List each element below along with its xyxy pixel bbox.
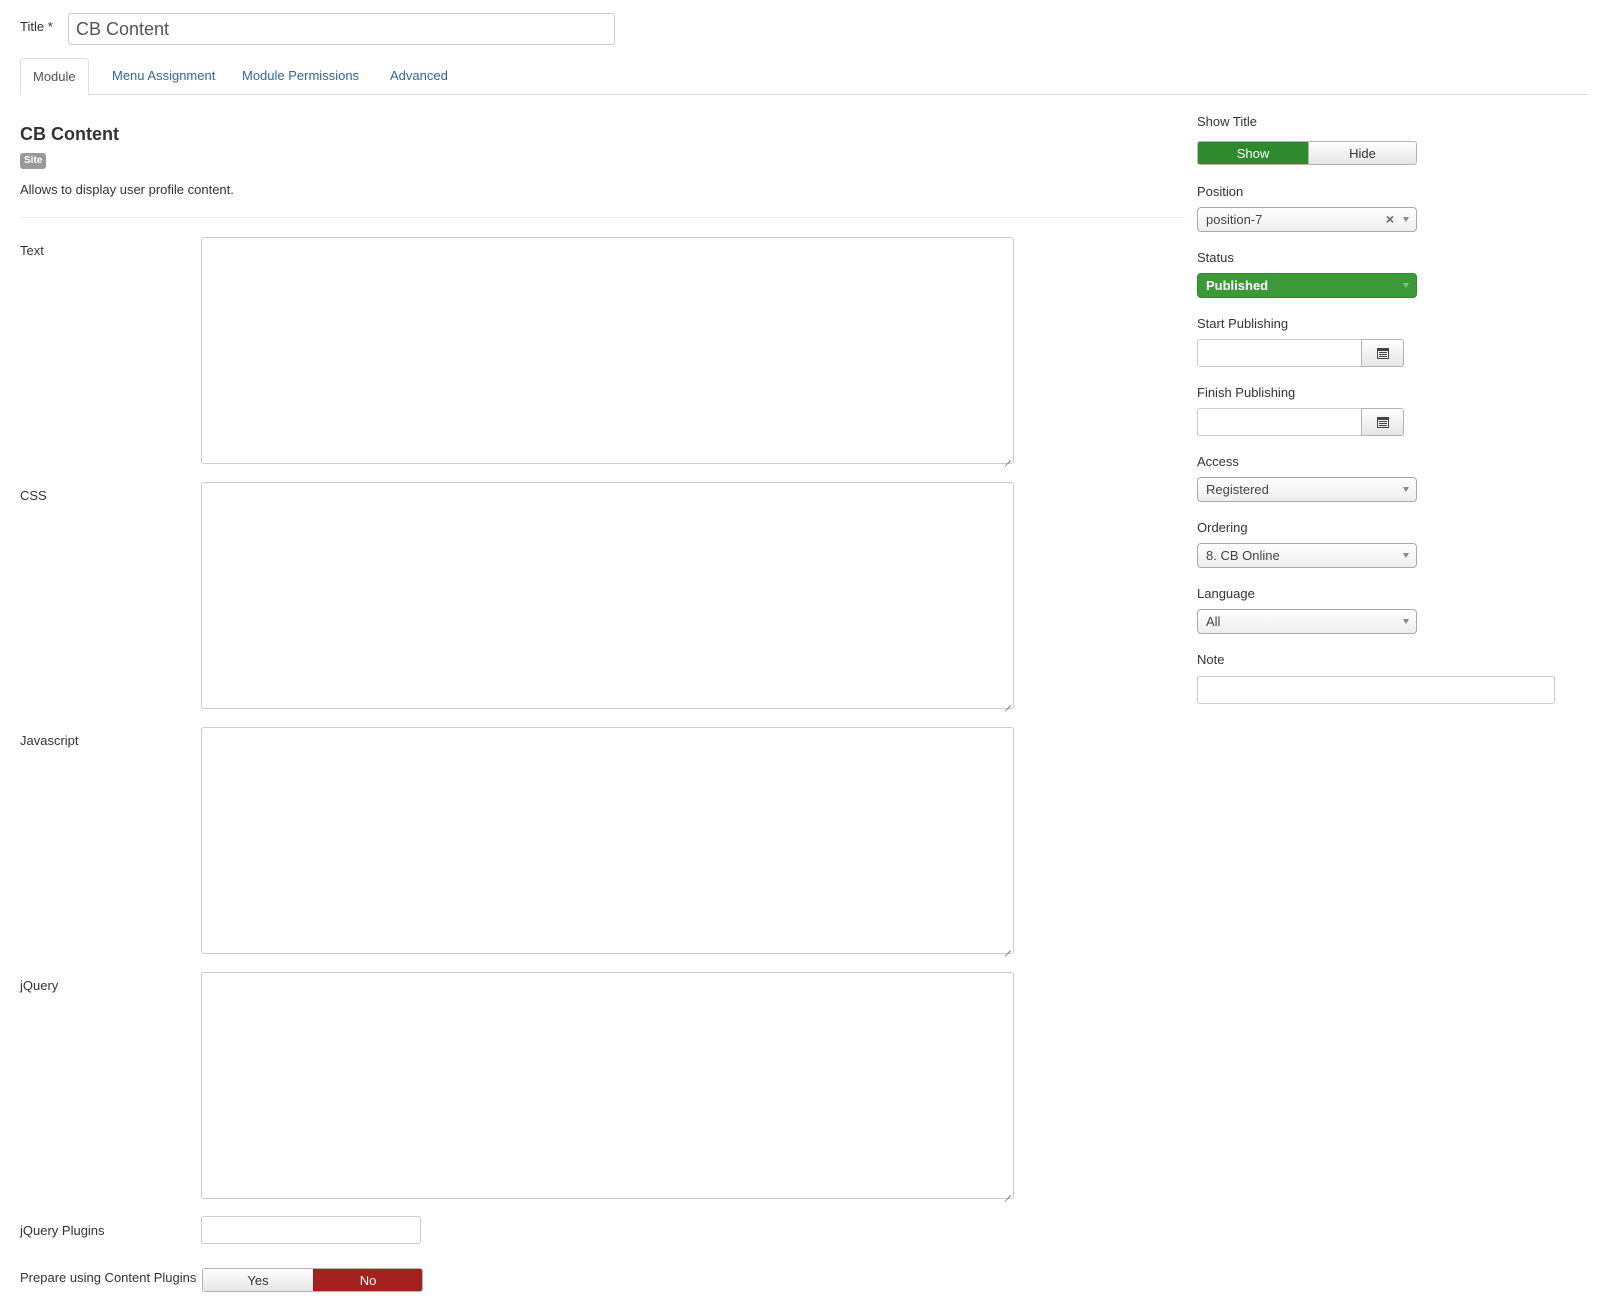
tab-menu-assignment[interactable]: Menu Assignment — [100, 58, 227, 95]
finish-publishing-input[interactable] — [1197, 408, 1362, 436]
javascript-textarea[interactable] — [201, 727, 1014, 954]
show-title-toggle: Show Hide — [1197, 141, 1417, 165]
css-textarea[interactable] — [201, 482, 1014, 709]
status-label: Status — [1197, 250, 1234, 265]
text-label: Text — [20, 243, 44, 258]
prepare-no-button[interactable]: No — [313, 1269, 422, 1291]
status-value: Published — [1206, 278, 1269, 293]
module-title: CB Content — [20, 124, 119, 144]
calendar-icon — [1376, 416, 1389, 428]
start-publishing-field — [1197, 339, 1404, 367]
prepare-toggle: Yes No — [202, 1268, 423, 1292]
resize-grip-icon[interactable] — [1002, 697, 1012, 707]
finish-publishing-calendar-button[interactable] — [1361, 408, 1404, 436]
jquery-plugins-input[interactable] — [201, 1216, 421, 1244]
prepare-content-plugins-label: Prepare using Content Plugins — [20, 1270, 197, 1285]
chevron-down-icon — [1403, 619, 1409, 624]
start-publishing-label: Start Publishing — [1197, 316, 1289, 331]
chevron-down-icon — [1403, 283, 1409, 288]
resize-grip-icon[interactable] — [1002, 942, 1012, 952]
ordering-value: 8. CB Online — [1206, 548, 1280, 563]
resize-grip-icon[interactable] — [1002, 1187, 1012, 1197]
tab-advanced[interactable]: Advanced — [378, 58, 460, 95]
tab-bar: Module Menu Assignment Module Permission… — [20, 58, 1588, 95]
jquery-plugins-label: jQuery Plugins — [20, 1223, 105, 1238]
position-select[interactable]: position-7 × — [1197, 207, 1417, 232]
position-value: position-7 — [1206, 212, 1263, 227]
module-description: Allows to display user profile content. — [20, 182, 234, 197]
finish-publishing-label: Finish Publishing — [1197, 385, 1296, 400]
show-button[interactable]: Show — [1198, 142, 1308, 164]
title-label: Title * — [20, 19, 53, 34]
text-textarea[interactable] — [201, 237, 1014, 464]
language-select[interactable]: All — [1197, 609, 1417, 634]
site-badge: Site — [20, 153, 47, 169]
divider — [20, 217, 1186, 218]
hide-button[interactable]: Hide — [1308, 142, 1416, 164]
resize-grip-icon[interactable] — [1002, 452, 1012, 462]
access-value: Registered — [1206, 482, 1269, 497]
chevron-down-icon — [1403, 487, 1409, 492]
ordering-label: Ordering — [1197, 520, 1248, 535]
title-input[interactable] — [68, 13, 615, 45]
note-input[interactable] — [1197, 676, 1555, 704]
start-publishing-input[interactable] — [1197, 339, 1362, 367]
jquery-textarea[interactable] — [201, 972, 1014, 1199]
clear-icon[interactable]: × — [1386, 208, 1394, 231]
tab-module[interactable]: Module — [20, 58, 89, 95]
javascript-label: Javascript — [20, 733, 79, 748]
language-value: All — [1206, 614, 1221, 629]
jquery-label: jQuery — [20, 978, 59, 993]
chevron-down-icon — [1403, 217, 1409, 222]
note-label: Note — [1197, 652, 1225, 667]
chevron-down-icon — [1403, 553, 1409, 558]
status-select[interactable]: Published — [1197, 273, 1417, 298]
access-label: Access — [1197, 454, 1239, 469]
ordering-select[interactable]: 8. CB Online — [1197, 543, 1417, 568]
language-label: Language — [1197, 586, 1255, 601]
prepare-yes-button[interactable]: Yes — [203, 1269, 313, 1291]
position-label: Position — [1197, 184, 1244, 199]
start-publishing-calendar-button[interactable] — [1361, 339, 1404, 367]
show-title-label: Show Title — [1197, 114, 1257, 129]
css-label: CSS — [20, 488, 47, 503]
access-select[interactable]: Registered — [1197, 477, 1417, 502]
finish-publishing-field — [1197, 408, 1404, 436]
calendar-icon — [1376, 347, 1389, 359]
tab-module-permissions[interactable]: Module Permissions — [230, 58, 371, 95]
